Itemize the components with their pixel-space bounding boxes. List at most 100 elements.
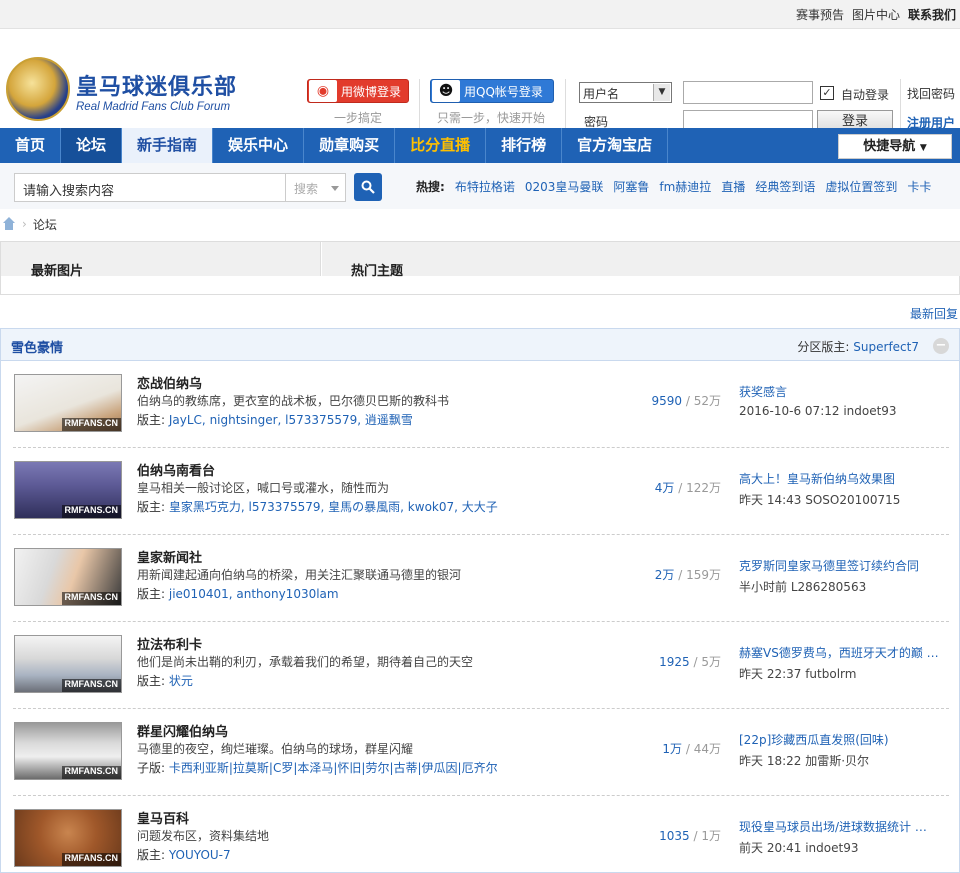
last-post-meta: 前天 20:41 indoet93 bbox=[739, 841, 859, 855]
search-input[interactable]: 请输入搜索内容 bbox=[14, 173, 286, 202]
hot-search-item[interactable]: 0203皇马曼联 bbox=[525, 178, 604, 195]
top-link-photos[interactable]: 图片中心 bbox=[852, 6, 900, 23]
last-post-title[interactable]: 赫塞VS德罗费乌，西班牙天才的巅 … bbox=[739, 644, 949, 661]
nav-taobao[interactable]: 官方淘宝店 bbox=[562, 128, 669, 163]
stats-separator: / bbox=[674, 568, 687, 582]
last-post-meta: 昨天 14:43 SOSO20100715 bbox=[739, 493, 901, 507]
nav-live-score[interactable]: 比分直播 bbox=[395, 128, 487, 163]
last-post-title[interactable]: [22p]珍藏西瓜直发照(回味) bbox=[739, 731, 949, 748]
last-post: 获奖感言 2016-10-6 07:12 indoet93 bbox=[739, 383, 949, 418]
forum-name[interactable]: 恋战伯纳乌 bbox=[137, 373, 202, 392]
hot-search-item[interactable]: 经典签到语 bbox=[755, 178, 815, 195]
nav-ranking[interactable]: 排行榜 bbox=[486, 128, 563, 163]
hot-search-item[interactable]: 布特拉格诺 bbox=[455, 178, 515, 195]
hot-search-item[interactable]: 阿塞鲁 bbox=[613, 178, 649, 195]
username-type-value: 用户名 bbox=[583, 87, 620, 101]
forum-moderator-links[interactable]: 皇家黑巧克力, l573375579, 皇馬の暴風雨, kwok07, 大大子 bbox=[169, 500, 498, 514]
breadcrumb-separator: › bbox=[22, 217, 27, 231]
last-post-title[interactable]: 获奖感言 bbox=[739, 383, 949, 400]
username-type-select[interactable]: 用户名 ▼ bbox=[579, 82, 672, 103]
hot-topics-title[interactable]: 热门主题 bbox=[351, 260, 403, 279]
breadcrumb-current[interactable]: 论坛 bbox=[33, 216, 57, 233]
last-post-title[interactable]: 现役皇马球员出场/进球数据统计 … bbox=[739, 818, 949, 835]
last-post-title[interactable]: 克罗斯同皇家马德里签订续约合同 bbox=[739, 557, 949, 574]
latest-reply-link[interactable]: 最新回复 bbox=[910, 305, 958, 322]
forum-name[interactable]: 皇马百科 bbox=[137, 808, 189, 827]
nav-medals[interactable]: 勋章购买 bbox=[304, 128, 396, 163]
collapse-icon[interactable]: − bbox=[933, 338, 949, 354]
forum-moderator-links[interactable]: 状元 bbox=[169, 674, 193, 688]
post-count: 52万 bbox=[693, 394, 721, 408]
username-input[interactable] bbox=[683, 81, 813, 104]
caret-down-icon: ▼ bbox=[919, 143, 927, 153]
top-link-contact[interactable]: 联系我们 bbox=[908, 6, 956, 23]
thread-count: 4万 bbox=[654, 481, 675, 495]
thumbnail-watermark: RMFANS.CN bbox=[61, 592, 121, 605]
forum-name[interactable]: 伯纳乌南看台 bbox=[137, 460, 215, 479]
post-count: 44万 bbox=[693, 742, 721, 756]
home-icon[interactable] bbox=[2, 217, 16, 231]
post-count: 159万 bbox=[686, 568, 721, 582]
hot-search-item[interactable]: 虚拟位置签到 bbox=[825, 178, 897, 195]
quick-nav-button[interactable]: 快捷导航 ▼ bbox=[838, 134, 952, 159]
forum-thumbnail[interactable]: RMFANS.CN bbox=[14, 635, 122, 693]
post-count: 122万 bbox=[686, 481, 721, 495]
latest-pics-title[interactable]: 最新图片 bbox=[31, 260, 83, 279]
qq-login-button[interactable]: ☻ 用QQ帐号登录 bbox=[430, 79, 554, 103]
forum-stats: 1万 / 44万 bbox=[662, 740, 721, 757]
find-password-link[interactable]: 找回密码 bbox=[907, 85, 955, 102]
hot-search-item[interactable]: fm赫迪拉 bbox=[659, 178, 711, 195]
last-post: [22p]珍藏西瓜直发照(回味) 昨天 18:22 加雷斯·贝尔 bbox=[739, 731, 949, 769]
hot-search: 热搜: 布特拉格诺 0203皇马曼联 阿塞鲁 fm赫迪拉 直播 经典签到语 虚拟… bbox=[416, 178, 931, 195]
hot-search-item[interactable]: 卡卡 bbox=[907, 178, 931, 195]
forum-thumbnail[interactable]: RMFANS.CN bbox=[14, 461, 122, 519]
category-moderator-name[interactable]: Superfect7 bbox=[853, 340, 919, 354]
weibo-login-button[interactable]: ◉ 用微博登录 bbox=[307, 79, 409, 103]
forum-row: RMFANS.CN 群星闪耀伯纳乌 马德里的夜空，绚烂璀璨。伯纳乌的球场，群星闪耀子… bbox=[1, 709, 959, 796]
hot-topics-panel bbox=[322, 242, 960, 276]
category-moderator-label: 分区版主: bbox=[797, 340, 850, 354]
forum-thumbnail[interactable]: RMFANS.CN bbox=[14, 809, 122, 867]
hot-search-item[interactable]: 直播 bbox=[721, 178, 745, 195]
nav-entertainment[interactable]: 娱乐中心 bbox=[213, 128, 305, 163]
forum-thumbnail[interactable]: RMFANS.CN bbox=[14, 722, 122, 780]
thread-count: 1万 bbox=[662, 742, 683, 756]
thumbnail-watermark: RMFANS.CN bbox=[61, 505, 121, 518]
forum-name[interactable]: 拉法布利卡 bbox=[137, 634, 202, 653]
thumbnail-watermark: RMFANS.CN bbox=[61, 679, 121, 692]
forum-moderators-label: 版主: bbox=[137, 848, 166, 862]
last-post: 克罗斯同皇家马德里签订续约合同 半小时前 L286280563 bbox=[739, 557, 949, 595]
forum-description: 用新闻建起通向伯纳乌的桥梁，用关注汇聚联通马德里的银河 bbox=[137, 568, 462, 582]
forum-thumbnail[interactable]: RMFANS.CN bbox=[14, 374, 122, 432]
thread-count: 9590 bbox=[651, 394, 683, 408]
last-post: 现役皇马球员出场/进球数据统计 … 前天 20:41 indoet93 bbox=[739, 818, 949, 856]
forum-category-title[interactable]: 雪色豪情 bbox=[11, 337, 63, 356]
forum-moderator-links[interactable]: jie010401, anthony1030lam bbox=[169, 587, 339, 601]
weibo-login-label: 用微博登录 bbox=[341, 84, 402, 99]
forum-moderators-label: 版主: bbox=[137, 674, 166, 688]
auto-login-checkbox[interactable]: ✓ bbox=[820, 86, 834, 100]
club-crest-icon bbox=[6, 57, 70, 121]
forum-moderators-label: 版主: bbox=[137, 413, 166, 427]
thread-count: 1925 bbox=[659, 655, 690, 669]
site-logo[interactable]: 皇马球迷俱乐部 Real Madrid Fans Club Forum bbox=[6, 57, 246, 121]
stats-separator: / bbox=[674, 481, 687, 495]
forum-moderator-links[interactable]: JayLC, nightsinger, l573375579, 逍遥飘雪 bbox=[169, 413, 413, 427]
nav-guide[interactable]: 新手指南 bbox=[122, 128, 214, 163]
top-link-events[interactable]: 赛事预告 bbox=[796, 6, 844, 23]
thumbnail-watermark: RMFANS.CN bbox=[61, 853, 121, 866]
last-post: 赫塞VS德罗费乌，西班牙天才的巅 … 昨天 22:37 futbolrm bbox=[739, 644, 949, 682]
stats-separator: / bbox=[682, 742, 694, 756]
nav-forum[interactable]: 论坛 bbox=[61, 128, 123, 163]
forum-moderator-links[interactable]: YOUYOU-7 bbox=[169, 848, 231, 862]
forum-description: 皇马相关一般讨论区，喊口号或灌水，随性而为 bbox=[137, 481, 390, 495]
search-type-select[interactable]: 搜索 bbox=[286, 173, 346, 202]
post-count: 5万 bbox=[701, 655, 721, 669]
forum-thumbnail[interactable]: RMFANS.CN bbox=[14, 548, 122, 606]
forum-name[interactable]: 皇家新闻社 bbox=[137, 547, 202, 566]
last-post-title[interactable]: 高大上！皇马新伯纳乌效果图 bbox=[739, 470, 949, 487]
forum-moderator-links[interactable]: 卡西利亚斯|拉莫斯|C罗|本泽马|怀旧|劳尔|古蒂|伊瓜因|厄齐尔 bbox=[169, 761, 498, 775]
nav-home[interactable]: 首页 bbox=[0, 128, 62, 163]
search-button[interactable] bbox=[354, 173, 382, 201]
forum-name[interactable]: 群星闪耀伯纳乌 bbox=[137, 721, 228, 740]
